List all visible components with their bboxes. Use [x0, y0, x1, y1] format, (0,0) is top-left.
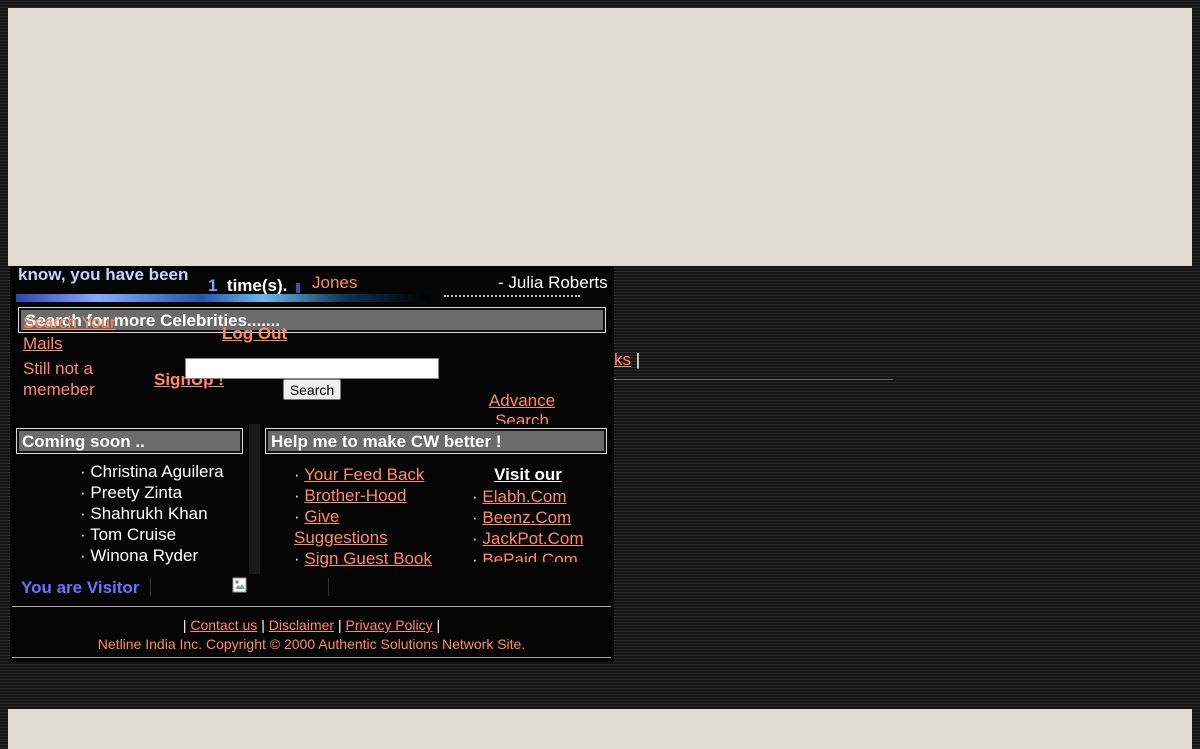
suggestions-link[interactable]: Suggestions: [294, 528, 388, 547]
site-link-elabh[interactable]: Elabh.Com: [482, 487, 566, 506]
advance-search-wrap: Advance Search: [478, 391, 566, 425]
brotherhood-link[interactable]: Brother-Hood: [304, 486, 406, 505]
contact-us-link[interactable]: Contact us: [190, 617, 257, 633]
give-suggestions-link[interactable]: Give: [304, 507, 339, 526]
visitor-label: You are Visitor: [21, 578, 140, 597]
bottom-banner-overlay: [8, 709, 1192, 749]
search-mails-link[interactable]: Search Your: [23, 313, 116, 333]
jones-link[interactable]: Jones: [312, 273, 357, 293]
help-header: Help me to make CW better !: [265, 428, 607, 454]
feedback-link[interactable]: Your Feed Back: [304, 465, 424, 484]
coming-soon-header: Coming soon ..: [16, 428, 243, 454]
advance-search-link[interactable]: Advance Search: [489, 391, 555, 425]
coming-soon-box: Coming soon .. · Christina Aguilera · Pr…: [12, 424, 249, 574]
visitor-separator: [150, 578, 151, 596]
list-item: · Shahrukh Khan: [80, 504, 208, 523]
footer: | Contact us | Disclaimer | Privacy Poli…: [12, 606, 611, 658]
visit-count-text: 1 time(s).: [208, 276, 287, 296]
not-member-line1: Still not a: [23, 359, 93, 378]
search-mails-line1: Search Your: [23, 313, 116, 332]
list-item: · Christina Aguilera: [80, 462, 224, 481]
visit-suffix: time(s).: [226, 276, 288, 295]
mails-link[interactable]: Mails: [23, 334, 63, 354]
coming-soon-list: · Christina Aguilera · Preety Zinta · Sh…: [80, 461, 224, 566]
visit-our-title: Visit our: [494, 465, 562, 484]
julia-roberts-text: - Julia Roberts: [498, 273, 608, 292]
visit-count: 1: [208, 276, 218, 295]
visitor-separator: [328, 578, 329, 596]
decorative-dashes: [444, 295, 580, 305]
search-button[interactable]: Search: [283, 379, 341, 400]
copyright-text: Netline India Inc. Copyright © 2000 Auth…: [97, 636, 526, 652]
help-links: · Your Feed Back · Brother-Hood · Give S…: [294, 465, 432, 568]
advance-line2: Search: [495, 411, 549, 425]
partial-nav-link[interactable]: ks: [614, 350, 631, 369]
nav-separator: |: [635, 350, 641, 369]
privacy-policy-link[interactable]: Privacy Policy: [345, 617, 432, 633]
top-banner-overlay: [8, 8, 1192, 266]
list-item: · Preety Zinta: [80, 483, 183, 502]
visit-intro-text: know, you have been: [18, 265, 189, 284]
site-link-beenz[interactable]: Beenz.Com: [482, 508, 571, 527]
site-link-bepaid[interactable]: BePaid.Com: [482, 550, 577, 562]
help-box: Help me to make CW better ! · Your Feed …: [260, 424, 612, 568]
broken-image-icon: [232, 577, 248, 593]
logout-link[interactable]: Log Out: [222, 324, 287, 344]
visit-sites: Visit our · Elabh.Com · Beenz.Com · Jack…: [472, 464, 602, 562]
advance-line1: Advance: [488, 391, 556, 410]
box-gutter: [249, 424, 260, 574]
disclaimer-link[interactable]: Disclaimer: [269, 617, 334, 633]
list-item: · Winona Ryder: [80, 546, 199, 565]
side-nav-partial: ks |: [614, 350, 640, 370]
celebrity-search-input[interactable]: [185, 358, 439, 379]
divider-mark: [296, 283, 300, 293]
list-item: · Tom Cruise: [80, 525, 177, 544]
side-divider: [614, 379, 893, 380]
site-link-jackpot[interactable]: JackPot.Com: [482, 529, 583, 548]
guest-book-link[interactable]: Sign Guest Book: [304, 549, 432, 568]
gradient-strip: [16, 294, 428, 302]
footer-links: | Contact us | Disclaimer | Privacy Poli…: [182, 617, 441, 633]
not-member-line2: memeber: [23, 380, 95, 399]
